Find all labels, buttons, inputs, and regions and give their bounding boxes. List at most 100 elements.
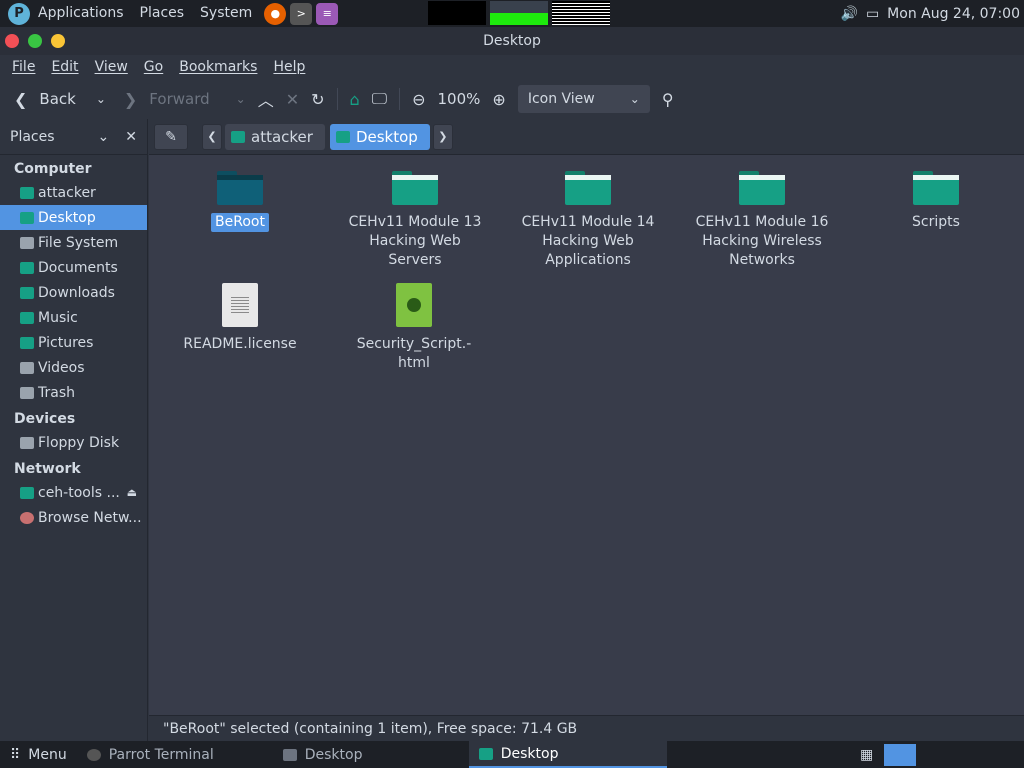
chevron-down-icon: ⌄: [235, 92, 246, 106]
menu-help[interactable]: Help: [265, 59, 313, 75]
view-mode-select[interactable]: Icon View ⌄: [517, 85, 650, 113]
clock[interactable]: Mon Aug 24, 07:00: [887, 6, 1020, 22]
file-label: Scripts: [912, 214, 960, 230]
sidebar-item-ceh-tools[interactable]: ceh-tools ... ⏏: [0, 480, 147, 505]
sidebar-item-trash[interactable]: Trash: [0, 380, 147, 405]
sidebar-item-music[interactable]: Music: [0, 305, 147, 330]
task-parrot-terminal[interactable]: Parrot Terminal: [77, 741, 273, 768]
minimize-window-button[interactable]: [51, 34, 65, 48]
eject-icon[interactable]: ⏏: [127, 486, 137, 499]
file-item[interactable]: CEHv11 Module 13 Hacking Web Servers: [327, 171, 503, 270]
floppy-icon: [20, 436, 34, 449]
menu-edit[interactable]: Edit: [43, 59, 86, 75]
task-desktop-1[interactable]: Desktop: [273, 741, 469, 768]
file-item[interactable]: README.license: [153, 283, 327, 354]
search-button[interactable]: ⚲: [656, 84, 680, 114]
breadcrumb-label: attacker: [251, 127, 313, 146]
menu-file[interactable]: File: [4, 59, 43, 75]
system-menu[interactable]: System: [192, 0, 260, 27]
desktop-folder-icon: [20, 211, 34, 224]
sidebar-item-documents[interactable]: Documents: [0, 255, 147, 280]
location-bar: ✎ ❮ attacker Desktop ❯: [149, 119, 1024, 155]
sidebar-item-desktop[interactable]: Desktop: [0, 205, 147, 230]
terminal-launcher-icon[interactable]: >: [290, 2, 313, 25]
sidebar-item-pictures[interactable]: Pictures: [0, 330, 147, 355]
reload-button[interactable]: ↻: [305, 84, 330, 114]
parrot-logo-icon[interactable]: P: [8, 2, 30, 25]
terminal-icon: [86, 748, 101, 761]
sidebar-item-attacker[interactable]: attacker: [0, 180, 147, 205]
pencil-icon: ✎: [165, 128, 177, 145]
file-item[interactable]: Scripts: [849, 171, 1023, 232]
firefox-launcher-icon[interactable]: ●: [264, 2, 287, 25]
window-titlebar[interactable]: Desktop: [0, 27, 1024, 55]
stop-button[interactable]: ✕: [280, 84, 305, 114]
zoom-in-button[interactable]: ⊕: [486, 84, 511, 114]
up-button[interactable]: ︿: [252, 84, 280, 114]
applications-menu[interactable]: Applications: [30, 0, 132, 27]
breadcrumb-scroll-right-button[interactable]: ❯: [432, 123, 453, 150]
sidebar-header: Places ⌄ ✕: [0, 119, 147, 155]
status-bar: "BeRoot" selected (containing 1 item), F…: [149, 715, 1024, 741]
task-desktop-2[interactable]: Desktop: [468, 741, 667, 768]
back-button[interactable]: ❮ Back: [8, 84, 82, 114]
home-folder-icon: [20, 186, 34, 199]
sidebar-item-downloads[interactable]: Downloads: [0, 280, 147, 305]
file-item[interactable]: Security_Script.-html: [327, 283, 501, 373]
sidebar-item-videos[interactable]: Videos: [0, 355, 147, 380]
menu-label: Menu: [28, 746, 67, 763]
sidebar-item-label: Documents: [38, 259, 118, 276]
close-sidebar-icon[interactable]: ✕: [125, 129, 137, 145]
home-button[interactable]: ⌂: [344, 84, 366, 114]
edit-location-button[interactable]: ✎: [154, 123, 188, 150]
file-item[interactable]: CEHv11 Module 16 Hacking Wireless Networ…: [675, 171, 849, 270]
text-file-icon: [222, 283, 258, 327]
breadcrumb-scroll-left-button[interactable]: ❮: [202, 123, 222, 150]
forward-history-button[interactable]: ⌄: [230, 84, 252, 114]
menu-go[interactable]: Go: [136, 59, 171, 75]
back-history-button[interactable]: ⌄: [90, 84, 112, 114]
folder-icon: [282, 748, 297, 761]
volume-icon[interactable]: 🔊: [841, 6, 858, 22]
breadcrumb-desktop[interactable]: Desktop: [329, 123, 430, 150]
close-window-button[interactable]: [5, 34, 19, 48]
breadcrumb-attacker[interactable]: attacker: [225, 123, 325, 150]
forward-button[interactable]: ❯ Forward: [118, 84, 216, 114]
zoom-out-button[interactable]: ⊖: [406, 84, 431, 114]
file-view[interactable]: BeRoot CEHv11 Module 13 Hacking Web Serv…: [149, 155, 1024, 715]
chevron-right-icon: ❯: [123, 89, 138, 109]
sidebar-item-browse-network[interactable]: Browse Netw...: [0, 505, 147, 530]
zoom-out-icon: ⊖: [412, 89, 426, 109]
file-label: CEHv11 Module 13 Hacking Web Servers: [348, 214, 482, 268]
menu-view[interactable]: View: [87, 59, 136, 75]
chevron-left-icon: ❮: [207, 130, 217, 143]
toolbar-separator: [399, 88, 401, 110]
menu-button[interactable]: ⠿ Menu: [0, 741, 77, 768]
downloads-folder-icon: [20, 286, 34, 299]
network-monitor: [490, 1, 548, 25]
display-icon[interactable]: ▭: [866, 6, 879, 22]
sidebar-item-floppy-disk[interactable]: Floppy Disk: [0, 430, 147, 455]
computer-button[interactable]: 🖵: [366, 84, 393, 114]
workspace-1[interactable]: [884, 743, 916, 766]
sidebar-title[interactable]: Places: [10, 129, 55, 145]
file-item[interactable]: BeRoot: [153, 171, 327, 232]
chevron-down-icon[interactable]: ⌄: [98, 129, 110, 145]
sidebar-item-label: Pictures: [38, 334, 94, 351]
sidebar-item-label: Floppy Disk: [38, 434, 120, 451]
sidebar-item-file-system[interactable]: File System: [0, 230, 147, 255]
sidebar-item-label: Videos: [38, 359, 85, 376]
zoom-level[interactable]: 100%: [432, 84, 487, 114]
menu-bookmarks[interactable]: Bookmarks: [171, 59, 265, 75]
file-item[interactable]: CEHv11 Module 14 Hacking Web Application…: [501, 171, 675, 270]
sidebar-item-label: Desktop: [38, 209, 96, 226]
maximize-window-button[interactable]: [28, 34, 42, 48]
bottom-panel: ⠿ Menu Parrot Terminal Desktop Desktop ▦: [0, 741, 1024, 768]
show-desktop-icon[interactable]: ▦: [860, 747, 880, 763]
text-editor-launcher-icon[interactable]: ≡: [316, 2, 339, 25]
folder-icon: [739, 171, 785, 205]
memory-monitor: [552, 1, 610, 25]
folder-icon: [217, 171, 263, 205]
folder-icon: [565, 171, 611, 205]
places-menu[interactable]: Places: [132, 0, 193, 27]
